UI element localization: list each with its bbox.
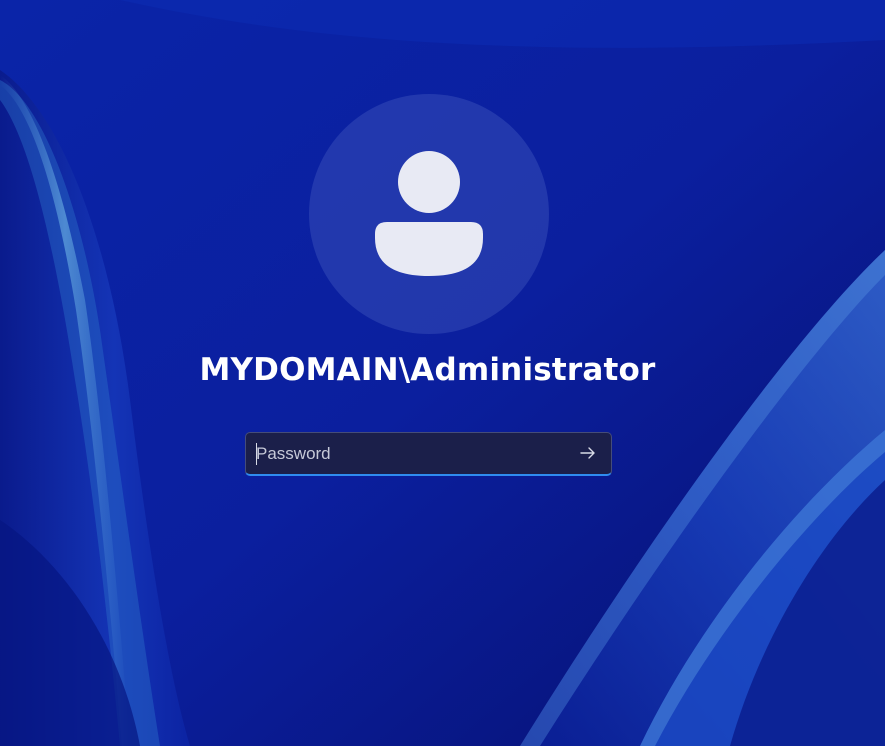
username-label: MYDOMAIN\Administrator [199,352,656,388]
text-caret [256,443,257,465]
submit-button[interactable] [570,438,606,468]
password-box[interactable] [245,432,612,476]
arrow-right-icon [580,447,595,459]
user-icon [375,151,483,276]
password-input[interactable] [256,439,566,469]
user-avatar [309,94,549,334]
